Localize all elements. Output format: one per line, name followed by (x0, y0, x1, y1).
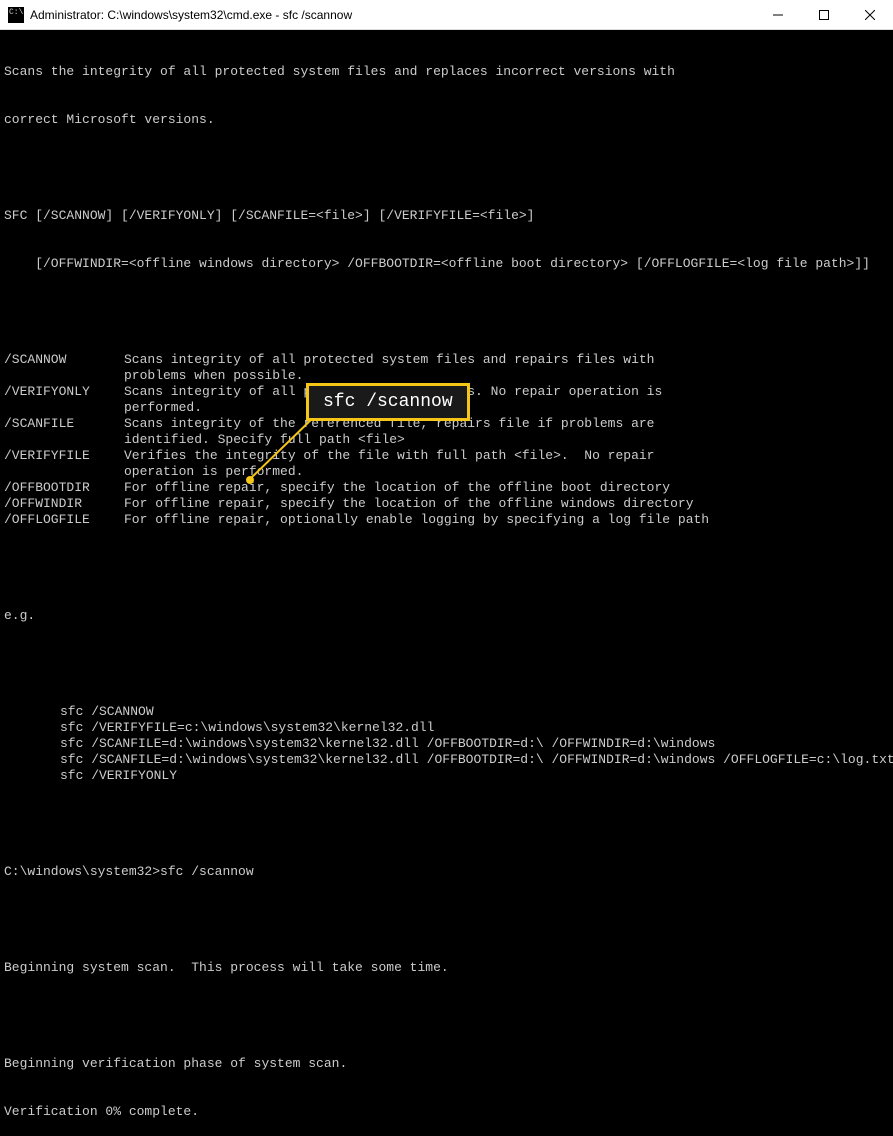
cmd-icon (8, 7, 24, 23)
option-description: performed. (124, 400, 889, 416)
option-name: /SCANFILE (4, 416, 124, 432)
example-header: e.g. (4, 608, 889, 624)
help-text: Scans the integrity of all protected sys… (4, 64, 889, 80)
prompt-command: sfc /scannow (160, 864, 254, 879)
title-bar: Administrator: C:\windows\system32\cmd.e… (0, 0, 893, 30)
option-row: /OFFBOOTDIRFor offline repair, specify t… (4, 480, 889, 496)
close-button[interactable] (847, 0, 893, 29)
option-name: /OFFWINDIR (4, 496, 124, 512)
option-name (4, 432, 124, 448)
callout-box: sfc /scannow (306, 383, 470, 421)
minimize-button[interactable] (755, 0, 801, 29)
option-description: Verifies the integrity of the file with … (124, 448, 889, 464)
example-line: sfc /SCANFILE=d:\windows\system32\kernel… (4, 736, 889, 752)
option-description: For offline repair, optionally enable lo… (124, 512, 889, 528)
option-row: problems when possible. (4, 368, 889, 384)
option-name (4, 368, 124, 384)
option-name: /OFFBOOTDIR (4, 480, 124, 496)
option-description: For offline repair, specify the location… (124, 480, 889, 496)
option-row: /OFFLOGFILEFor offline repair, optionall… (4, 512, 889, 528)
usage-line: SFC [/SCANNOW] [/VERIFYONLY] [/SCANFILE=… (4, 208, 889, 224)
option-name: /VERIFYFILE (4, 448, 124, 464)
example-line: sfc /VERIFYONLY (4, 768, 889, 784)
help-text: correct Microsoft versions. (4, 112, 889, 128)
option-name: /SCANNOW (4, 352, 124, 368)
option-description: operation is performed. (124, 464, 889, 480)
option-name: /VERIFYONLY (4, 384, 124, 400)
example-line: sfc /SCANNOW (4, 704, 889, 720)
option-description: Scans integrity of all protected system … (124, 384, 889, 400)
option-row: /OFFWINDIRFor offline repair, specify th… (4, 496, 889, 512)
terminal-output[interactable]: Scans the integrity of all protected sys… (0, 30, 893, 569)
option-row: /SCANNOWScans integrity of all protected… (4, 352, 889, 368)
example-line: sfc /VERIFYFILE=c:\windows\system32\kern… (4, 720, 889, 736)
output-line: Beginning system scan. This process will… (4, 960, 889, 976)
option-name (4, 464, 124, 480)
option-description: Scans integrity of all protected system … (124, 352, 889, 368)
maximize-button[interactable] (801, 0, 847, 29)
option-row: operation is performed. (4, 464, 889, 480)
option-description: For offline repair, specify the location… (124, 496, 889, 512)
prompt-path: C:\windows\system32> (4, 864, 160, 879)
option-description: identified. Specify full path <file> (124, 432, 889, 448)
option-name (4, 400, 124, 416)
callout-dot (246, 476, 254, 484)
callout-text: sfc /scannow (323, 392, 453, 412)
output-line: Verification 0% complete. (4, 1104, 889, 1120)
option-name: /OFFLOGFILE (4, 512, 124, 528)
prompt-line: C:\windows\system32>sfc /scannow (4, 864, 889, 880)
window-controls (755, 0, 893, 29)
option-description: problems when possible. (124, 368, 889, 384)
option-row: identified. Specify full path <file> (4, 432, 889, 448)
option-row: /VERIFYFILEVerifies the integrity of the… (4, 448, 889, 464)
option-description: Scans integrity of the referenced file, … (124, 416, 889, 432)
window-title: Administrator: C:\windows\system32\cmd.e… (30, 8, 755, 22)
usage-line: [/OFFWINDIR=<offline windows directory> … (4, 256, 889, 272)
output-line: Beginning verification phase of system s… (4, 1056, 889, 1072)
example-line: sfc /SCANFILE=d:\windows\system32\kernel… (4, 752, 889, 768)
